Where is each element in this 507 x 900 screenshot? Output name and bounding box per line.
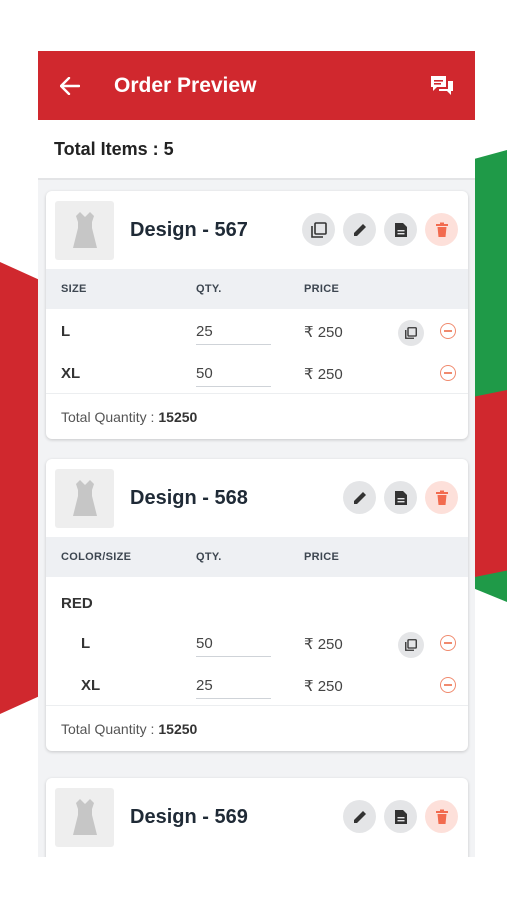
table-row: L 50 ₹ 250 bbox=[46, 621, 468, 663]
design-title: Design - 567 bbox=[130, 218, 248, 241]
color-label: RED bbox=[61, 595, 93, 612]
design-card: Design - 569 bbox=[46, 778, 468, 857]
color-group: RED bbox=[46, 577, 468, 621]
dress-icon bbox=[55, 787, 114, 847]
decorative-red-shape-right bbox=[470, 390, 507, 578]
remove-circle-icon[interactable] bbox=[440, 635, 456, 651]
column-size: SIZE bbox=[61, 283, 87, 295]
table-row: XL 25 ₹ 250 bbox=[46, 663, 468, 705]
back-arrow-icon[interactable] bbox=[60, 75, 82, 97]
decorative-red-shape-left bbox=[0, 262, 40, 714]
size-value: L bbox=[81, 635, 91, 652]
card-header: Design - 568 bbox=[46, 459, 468, 537]
dress-icon bbox=[55, 468, 114, 528]
remove-circle-icon[interactable] bbox=[440, 365, 456, 381]
table-header: COLOR/SIZE QTY. PRICE bbox=[46, 537, 468, 577]
qty-input[interactable]: 25 bbox=[196, 677, 271, 699]
qty-input[interactable]: 50 bbox=[196, 365, 271, 387]
column-price: PRICE bbox=[304, 551, 340, 563]
design-title: Design - 568 bbox=[130, 486, 248, 509]
dress-icon bbox=[55, 200, 114, 260]
document-icon[interactable] bbox=[384, 481, 417, 514]
total-items-count: Total Items : 5 bbox=[38, 120, 475, 180]
price-value: ₹ 250 bbox=[304, 636, 343, 653]
total-quantity-label: Total Quantity : bbox=[61, 720, 155, 737]
card-actions bbox=[343, 800, 458, 833]
edit-icon[interactable] bbox=[343, 800, 376, 833]
total-quantity-value: 15250 bbox=[158, 408, 198, 425]
card-header: Design - 569 bbox=[46, 778, 468, 856]
column-qty: QTY. bbox=[196, 283, 222, 295]
remove-circle-icon[interactable] bbox=[440, 677, 456, 693]
column-qty: QTY. bbox=[196, 551, 222, 563]
edit-icon[interactable] bbox=[343, 213, 376, 246]
price-value: ₹ 250 bbox=[304, 678, 343, 695]
price-value: ₹ 250 bbox=[304, 324, 343, 341]
delete-icon[interactable] bbox=[425, 800, 458, 833]
copy-icon[interactable] bbox=[302, 213, 335, 246]
design-card: Design - 567 SIZE QTY. PRICE L 25 ₹ 250 … bbox=[46, 191, 468, 439]
qty-input[interactable]: 25 bbox=[196, 323, 271, 345]
table-row: XL 50 ₹ 250 bbox=[46, 351, 468, 393]
card-actions bbox=[302, 213, 458, 246]
document-icon[interactable] bbox=[384, 213, 417, 246]
edit-icon[interactable] bbox=[343, 481, 376, 514]
total-quantity-label: Total Quantity : bbox=[61, 408, 155, 425]
design-title: Design - 569 bbox=[130, 805, 248, 828]
size-value: XL bbox=[61, 365, 81, 382]
remove-circle-icon[interactable] bbox=[440, 323, 456, 339]
copy-icon[interactable] bbox=[398, 632, 424, 658]
delete-icon[interactable] bbox=[425, 481, 458, 514]
size-value: XL bbox=[81, 677, 101, 694]
total-quantity: Total Quantity : 15250 bbox=[46, 705, 468, 751]
table-row: L 25 ₹ 250 bbox=[46, 309, 468, 351]
chat-icon[interactable] bbox=[429, 74, 455, 98]
total-quantity: Total Quantity : 15250 bbox=[46, 393, 468, 439]
app-window: Order Preview Total Items : 5 Design - 5… bbox=[38, 51, 475, 857]
design-card: Design - 568 COLOR/SIZE QTY. PRICE RED L… bbox=[46, 459, 468, 751]
table-header: SIZE QTY. PRICE bbox=[46, 269, 468, 309]
card-header: Design - 567 bbox=[46, 191, 468, 269]
column-color-size: COLOR/SIZE bbox=[61, 551, 132, 563]
size-value: L bbox=[61, 323, 71, 340]
column-price: PRICE bbox=[304, 283, 340, 295]
delete-icon[interactable] bbox=[425, 213, 458, 246]
price-value: ₹ 250 bbox=[304, 366, 343, 383]
page-title: Order Preview bbox=[114, 73, 257, 97]
document-icon[interactable] bbox=[384, 800, 417, 833]
qty-input[interactable]: 50 bbox=[196, 635, 271, 657]
copy-icon[interactable] bbox=[398, 320, 424, 346]
total-quantity-value: 15250 bbox=[158, 720, 198, 737]
card-actions bbox=[343, 481, 458, 514]
screen: Order Preview Total Items : 5 Design - 5… bbox=[0, 0, 507, 900]
app-bar: Order Preview bbox=[38, 51, 475, 120]
